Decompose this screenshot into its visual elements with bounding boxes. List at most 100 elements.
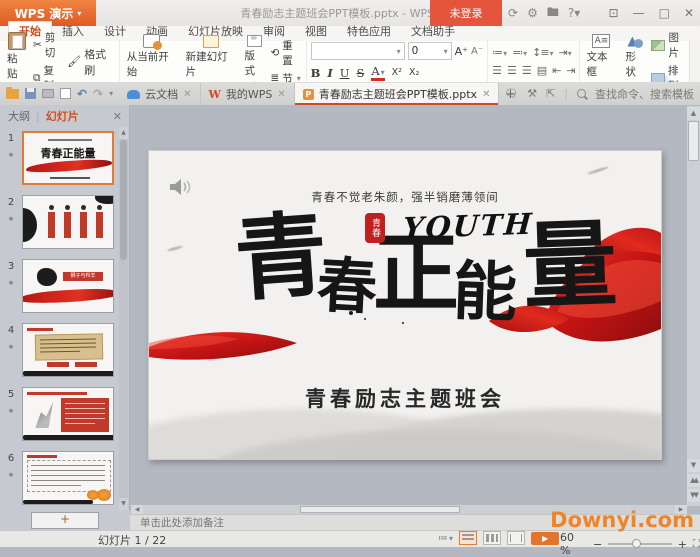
previous-slide-button[interactable]: ▲▲ <box>687 474 700 487</box>
undo-icon[interactable]: ↶ <box>77 87 87 101</box>
play-from-current-button[interactable]: 从当前开始 <box>124 34 180 89</box>
close-tab-icon[interactable]: ✕ <box>277 89 285 100</box>
zoom-slider-knob[interactable] <box>632 539 641 548</box>
sidebar-scroll-thumb[interactable] <box>120 140 127 260</box>
shape-icon <box>627 35 643 48</box>
minimize-icon[interactable]: — <box>633 6 645 20</box>
layout-icon <box>247 35 262 47</box>
align-left-icon[interactable]: ☰ <box>492 64 501 77</box>
zoom-slider[interactable] <box>608 543 672 545</box>
tools-icon[interactable]: ⚒ <box>527 87 537 100</box>
vertical-scrollbar[interactable] <box>687 106 700 506</box>
slides-tab[interactable]: 幻灯片 <box>46 108 79 124</box>
settings-icon[interactable]: ⚙ <box>527 6 538 20</box>
sync-icon[interactable]: ⟳ <box>508 6 518 20</box>
title-char-1[interactable]: 青 <box>232 208 330 306</box>
bold-button[interactable]: B <box>311 66 321 80</box>
numbering-icon[interactable]: ≕ <box>512 46 526 59</box>
text-box-button[interactable]: A≡ 文本框 <box>584 34 620 89</box>
scroll-thumb[interactable] <box>300 506 460 513</box>
grow-font-button[interactable]: A⁺ <box>455 45 468 58</box>
superscript-button[interactable]: X² <box>392 67 402 78</box>
outline-tab[interactable]: 大纲 <box>8 108 30 124</box>
line-spacing-icon[interactable]: ↕≡ <box>532 46 552 59</box>
add-slide-button[interactable]: + <box>31 512 99 529</box>
scroll-down-icon[interactable]: ▼ <box>119 498 128 510</box>
indent-increase-icon[interactable]: ⇥ <box>566 64 574 77</box>
scroll-left-icon[interactable]: ◀ <box>131 505 143 514</box>
normal-view-button[interactable] <box>459 531 477 545</box>
save-icon[interactable] <box>25 88 36 99</box>
title-char-4[interactable]: 能 <box>452 260 518 326</box>
slide-canvas[interactable]: 青春不觉老朱颜，强半销磨薄领间 青 春 正 能 量 YOUTH 青春 青春励志主… <box>148 150 662 460</box>
tab-special-features[interactable]: 特色应用 <box>337 22 401 41</box>
slide-thumbnail-3[interactable]: 3 ★ 狮子与羚羊 <box>0 257 130 321</box>
close-panel-icon[interactable]: ✕ <box>113 110 122 123</box>
slide-number: 2 <box>4 197 18 208</box>
cut-button[interactable]: ✂剪切 <box>33 30 64 60</box>
redo-icon[interactable]: ↷ <box>93 87 103 101</box>
slide-thumbnail-2[interactable]: 2 ★ <box>0 193 130 257</box>
close-icon[interactable]: ✕ <box>684 6 694 20</box>
close-tab-icon[interactable]: ✕ <box>482 89 490 100</box>
scroll-up-icon[interactable]: ▲ <box>119 127 128 139</box>
switch-window-icon[interactable]: ⇱ <box>546 87 555 100</box>
help-icon[interactable]: ?▾ <box>568 6 580 20</box>
shape-button[interactable]: 形状 <box>622 35 648 89</box>
text-direction-icon[interactable]: ⇥ <box>559 46 571 59</box>
format-painter-button[interactable]: 🖌格式刷 <box>67 46 115 78</box>
tab-my-wps[interactable]: W 我的WPS ✕ <box>201 83 295 105</box>
tab-current-document[interactable]: P 青春励志主题班会PPT模板.pptx ✕ <box>295 83 500 105</box>
title-char-2[interactable]: 春 <box>315 255 378 318</box>
bullets-icon[interactable]: ≔ <box>492 46 506 59</box>
align-right-icon[interactable]: ☰ <box>522 64 531 77</box>
tab-doc-assistant[interactable]: 文档助手 <box>401 22 465 41</box>
slide-subtitle-text[interactable]: 青春励志主题班会 <box>149 383 661 413</box>
layout-button[interactable]: 版式 <box>242 35 268 88</box>
new-slide-button[interactable]: 新建幻灯片 <box>183 35 239 89</box>
zoom-level: 60 % <box>560 531 587 557</box>
search-commands[interactable]: 查找命令、搜索模板 <box>595 86 694 102</box>
slide-thumbnail-5[interactable]: 5 ★ <box>0 385 130 449</box>
skin-icon[interactable]: 🖿 <box>547 3 559 24</box>
notes-toggle-icon[interactable]: ≔ <box>438 533 453 544</box>
font-name-select[interactable] <box>311 42 405 60</box>
qat-dropdown-icon[interactable]: ▾ <box>109 89 113 98</box>
slide-thumbnail-6[interactable]: 6 ★ <box>0 449 130 513</box>
font-color-button[interactable]: A <box>371 64 384 81</box>
strikethrough-button[interactable]: S <box>356 66 364 80</box>
slideshow-play-button[interactable]: ▶ <box>531 532 559 545</box>
underline-button[interactable]: U <box>340 66 350 80</box>
slide-thumbnail-1[interactable]: 1 ★ 青春正能量 <box>0 129 130 193</box>
font-size-select[interactable]: 0 <box>408 42 452 60</box>
scroll-thumb[interactable] <box>688 121 699 161</box>
zoom-out-icon[interactable]: − <box>593 538 602 551</box>
reading-view-button[interactable] <box>507 531 525 545</box>
italic-button[interactable]: I <box>327 66 332 80</box>
print-preview-icon[interactable] <box>60 88 71 99</box>
shrink-font-button[interactable]: A⁻ <box>471 46 483 57</box>
justify-icon[interactable]: ▤ <box>537 64 546 77</box>
subscript-button[interactable]: X₂ <box>409 67 419 78</box>
close-tab-icon[interactable]: ✕ <box>183 89 191 100</box>
open-folder-icon[interactable] <box>6 89 19 99</box>
zoom-in-icon[interactable]: + <box>678 538 687 551</box>
scroll-down-icon[interactable]: ▼ <box>687 459 700 472</box>
align-center-icon[interactable]: ☰ <box>507 64 516 77</box>
next-slide-button[interactable]: ▼▼ <box>687 489 700 502</box>
youth-text[interactable]: YOUTH <box>402 207 535 246</box>
title-char-5[interactable]: 量 <box>521 217 618 314</box>
ppt-file-icon: P <box>303 89 314 100</box>
indent-decrease-icon[interactable]: ⇤ <box>552 64 560 77</box>
print-icon[interactable] <box>42 89 54 98</box>
tab-cloud-docs[interactable]: 云文档 ✕ <box>119 83 200 105</box>
fit-to-window-icon[interactable]: ⛶ <box>693 539 700 550</box>
scroll-up-icon[interactable]: ▲ <box>687 107 700 120</box>
reset-button[interactable]: ⟲重置 <box>270 38 301 68</box>
maximize-icon[interactable]: □ <box>659 6 670 20</box>
slide-sorter-view-button[interactable] <box>483 531 501 545</box>
slide-thumbnail-4[interactable]: 4 ★ <box>0 321 130 385</box>
slides-group: 从当前开始 新建幻灯片 版式 ⟲重置 ≣节 <box>120 41 307 82</box>
feedback-icon[interactable]: 🗨 <box>504 87 518 100</box>
ribbon-toggle-icon[interactable]: ⊡ <box>609 6 619 20</box>
